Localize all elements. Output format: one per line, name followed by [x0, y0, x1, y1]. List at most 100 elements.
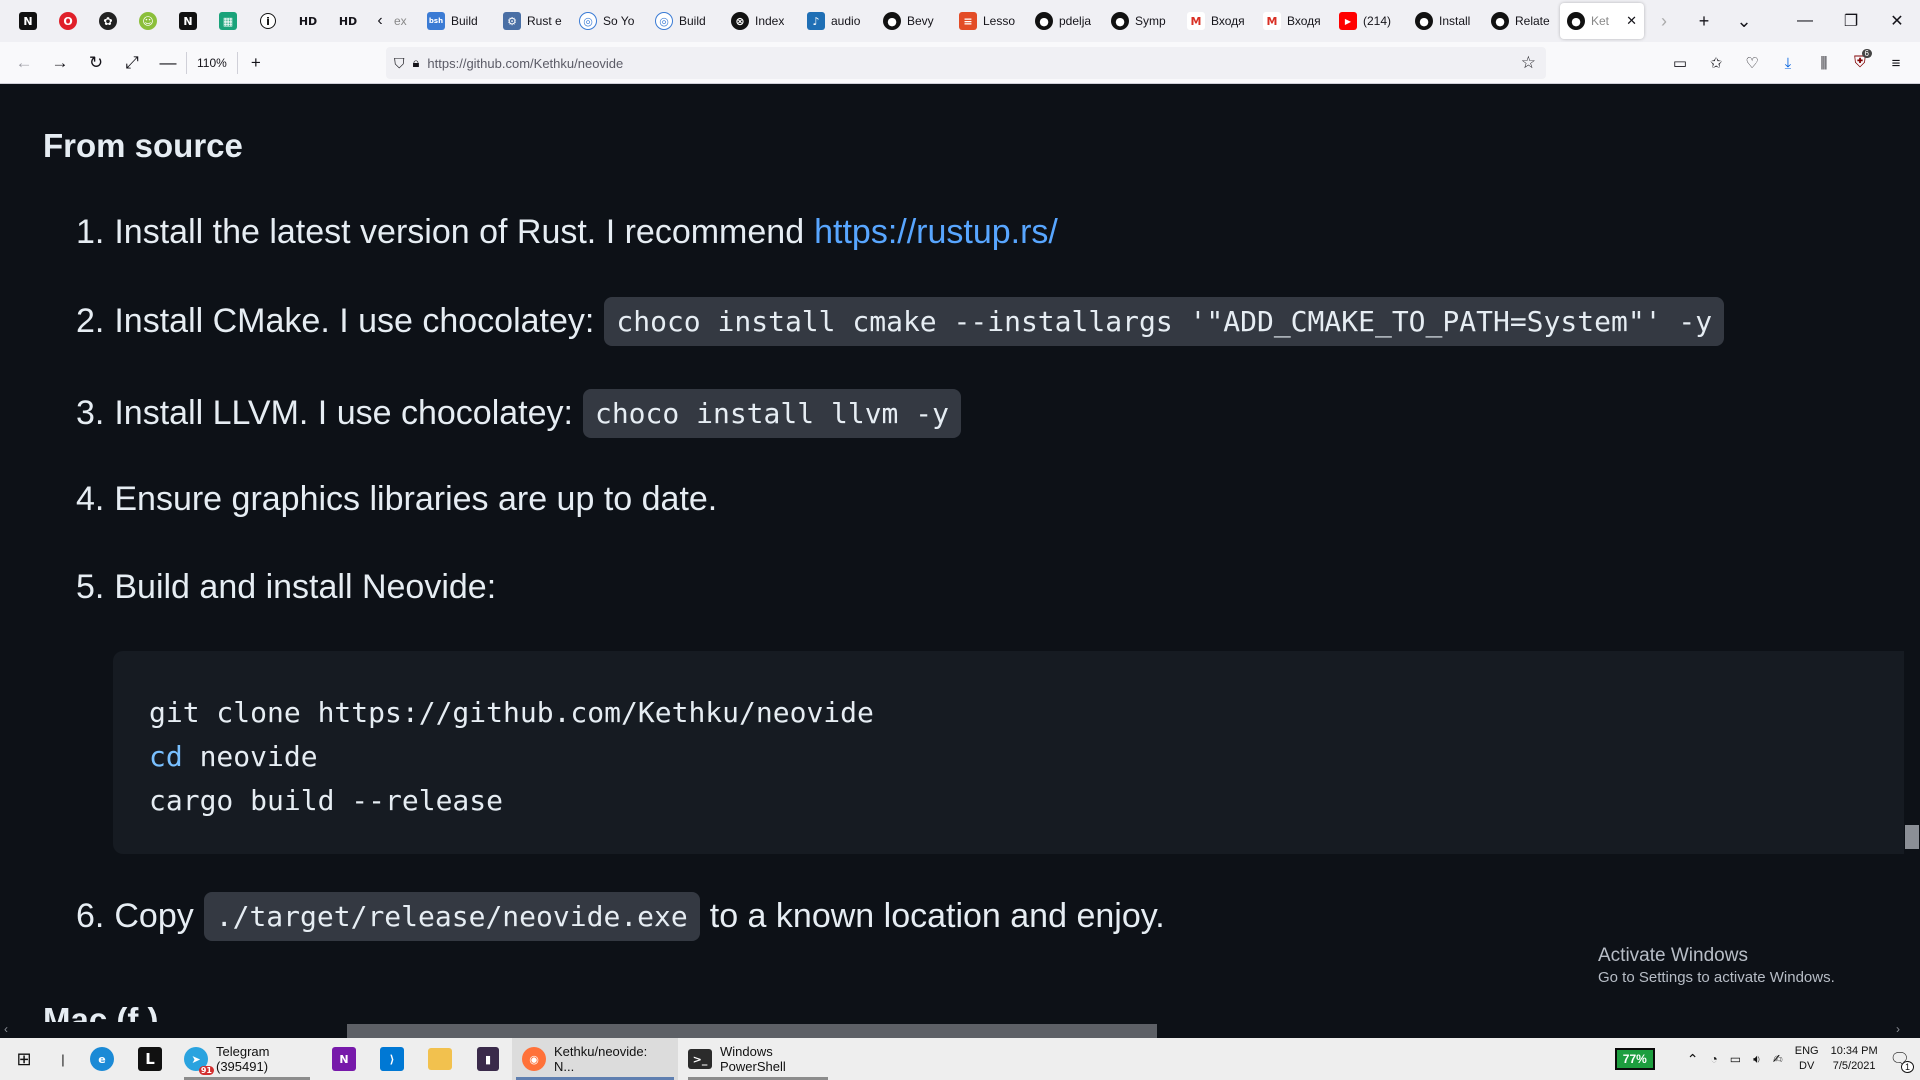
tab[interactable]: bsh Build — [420, 3, 496, 39]
tab[interactable]: ● Install — [1408, 3, 1484, 39]
extension-button[interactable]: ✩ — [1698, 47, 1734, 79]
tab[interactable]: ● Relate — [1484, 3, 1560, 39]
minus-icon: — — [159, 52, 177, 72]
restore-button[interactable]: ❐ — [1828, 0, 1874, 42]
tab-scroll-left-button[interactable]: ‹ — [368, 0, 392, 42]
scroll-right-arrow-icon[interactable]: › — [1896, 1022, 1900, 1036]
lesson-icon: ≡ — [959, 12, 977, 30]
horizontal-scroll-thumb[interactable] — [347, 1024, 1157, 1038]
tab[interactable]: ◎ Build — [648, 3, 724, 39]
info-icon: i — [260, 13, 276, 29]
rustup-link[interactable]: https://rustup.rs/ — [814, 213, 1058, 252]
tab[interactable]: ● pdelja — [1028, 3, 1104, 39]
code-block: git clone https://github.com/Kethku/neov… — [113, 651, 1904, 854]
battery-indicator[interactable]: 77% — [1614, 1048, 1655, 1070]
ublock-button[interactable]: ⛨ 6 — [1842, 47, 1878, 79]
pinned-tab-notion[interactable]: N — [8, 0, 48, 42]
battery-icon[interactable]: ▭ — [1730, 1052, 1741, 1066]
tab-label: Lesso — [983, 14, 1016, 28]
vertical-scroll-thumb[interactable] — [1905, 825, 1919, 849]
firefox-icon: ◉ — [522, 1047, 546, 1071]
pinned-tab-opera[interactable]: O — [48, 0, 88, 42]
pinned-tab-kiwi[interactable]: ☺ — [128, 0, 168, 42]
url-bar[interactable]: ⛉ 🔒︎ https://github.com/Kethku/neovide ☆ — [386, 47, 1546, 79]
zoom-out-button[interactable]: — — [150, 47, 186, 79]
back-button[interactable]: ← — [6, 47, 42, 79]
tab[interactable]: ⚙ Rust e — [496, 3, 572, 39]
taskbar-edge[interactable]: e — [78, 1038, 126, 1080]
tab[interactable]: M Входя — [1180, 3, 1256, 39]
tab[interactable]: ◎ So Yo — [572, 3, 648, 39]
new-tab-button[interactable]: + — [1684, 0, 1724, 42]
language-indicator[interactable]: ENG DV — [1795, 1044, 1819, 1074]
taskbar-powershell[interactable]: >_ Windows PowerShell — [678, 1038, 838, 1080]
tab[interactable]: ● Symp — [1104, 3, 1180, 39]
tab[interactable]: ● Bevy — [876, 3, 952, 39]
url-text[interactable]: https://github.com/Kethku/neovide — [427, 56, 623, 71]
clock[interactable]: 10:34 PM 7/5/2021 — [1831, 1044, 1878, 1074]
tab-strip: N O ✿ ☺ N ▦ i HD HD ‹ ex bsh Build ⚙ Rust … — [0, 0, 1920, 42]
tab[interactable]: ex — [392, 3, 420, 39]
bookmark-star-icon[interactable]: ☆ — [1521, 53, 1536, 73]
telegram-icon: ➤ 91 — [184, 1047, 214, 1075]
close-window-button[interactable]: ✕ — [1874, 0, 1920, 42]
pinned-tab-info[interactable]: i — [248, 0, 288, 42]
fullscreen-button[interactable]: ⤢ — [114, 47, 150, 79]
pocket-button[interactable]: ♡ — [1734, 47, 1770, 79]
pinned-tab-chatgpt[interactable]: ✿ — [88, 0, 128, 42]
reload-button[interactable]: ↻ — [78, 47, 114, 79]
tab[interactable]: ⊗ Index — [724, 3, 800, 39]
taskbar-onenote[interactable]: N — [320, 1038, 368, 1080]
vertical-scrollbar[interactable] — [1904, 85, 1920, 1025]
tab-label: Входя — [1211, 14, 1245, 28]
tab[interactable]: M Входя — [1256, 3, 1332, 39]
close-tab-icon[interactable]: ✕ — [1626, 13, 1637, 29]
taskbar-vscode[interactable]: ⟩ — [368, 1038, 416, 1080]
taskbar-app[interactable]: ▮ — [464, 1038, 512, 1080]
pinned-tab-tiles[interactable]: ▦ — [208, 0, 248, 42]
reader-view-button[interactable]: ▭ — [1662, 47, 1698, 79]
ublock-badge: 6 — [1861, 49, 1872, 58]
zoom-level[interactable]: 110% — [186, 51, 238, 74]
pinned-tab-hd-2[interactable]: HD — [328, 0, 368, 42]
inline-code: choco install cmake --installargs '"ADD_… — [604, 297, 1725, 346]
shield-icon[interactable]: ⛉ — [394, 55, 405, 72]
list-number: 1. — [76, 213, 105, 251]
tab-label: pdelja — [1059, 14, 1092, 28]
tab[interactable]: ≡ Lesso — [952, 3, 1028, 39]
taskbar-firefox[interactable]: ◉ Kethku/neovide: N... — [512, 1038, 678, 1080]
pinned-tab-hd[interactable]: HD — [288, 0, 328, 42]
pinned-tab-notion-2[interactable]: N — [168, 0, 208, 42]
navigation-toolbar: ← → ↻ ⤢ — 110% + ⛉ 🔒︎ https://github.com… — [0, 42, 1920, 84]
library-button[interactable]: ⫼ — [1806, 47, 1842, 79]
wifi-icon[interactable]: ◔ — [1711, 1052, 1718, 1066]
notifications-icon[interactable]: 🗨︎ 1 — [1890, 1049, 1914, 1073]
expand-icon: ⤢ — [125, 52, 139, 72]
volume-icon[interactable]: 🔉︎ — [1753, 1052, 1761, 1067]
powershell-icon: >_ — [688, 1049, 712, 1069]
lock-icon[interactable]: 🔒︎ — [413, 55, 420, 71]
pen-icon[interactable]: ✍ — [1773, 1052, 1783, 1066]
tab-active[interactable]: ● Ket ✕ — [1560, 3, 1644, 39]
tab-scroll-right-button[interactable]: › — [1644, 0, 1684, 42]
toolbar-right: ▭ ✩ ♡ ⤓ ⫼ ⛨ 6 ≡ — [1662, 47, 1914, 79]
menu-button[interactable]: ≡ — [1878, 47, 1914, 79]
forward-button[interactable]: → — [42, 47, 78, 79]
chevron-up-icon[interactable]: ⌃ — [1687, 1051, 1699, 1068]
zoom-in-button[interactable]: + — [238, 47, 274, 79]
list-item: 5. Build and install Neovide: — [76, 568, 496, 607]
tab[interactable]: ♪ audio — [800, 3, 876, 39]
horizontal-scrollbar[interactable]: ‹ › — [0, 1022, 1904, 1038]
list-all-tabs-button[interactable]: ⌄ — [1724, 0, 1764, 42]
taskbar-telegram[interactable]: ➤ 91 Telegram (395491) — [174, 1038, 320, 1080]
task-view-button[interactable]: | — [48, 1038, 78, 1080]
downloads-button[interactable]: ⤓ — [1770, 47, 1806, 79]
list-item: 1. Install the latest version of Rust. I… — [76, 213, 1058, 252]
start-button[interactable]: ⊞ — [0, 1038, 48, 1080]
arrow-right-icon: → — [51, 52, 69, 72]
tab[interactable]: ▶ (214) — [1332, 3, 1408, 39]
minimize-button[interactable]: — — [1782, 0, 1828, 42]
taskbar-l-app[interactable]: L — [126, 1038, 174, 1080]
scroll-left-arrow-icon[interactable]: ‹ — [4, 1022, 8, 1036]
taskbar-file-explorer[interactable] — [416, 1038, 464, 1080]
